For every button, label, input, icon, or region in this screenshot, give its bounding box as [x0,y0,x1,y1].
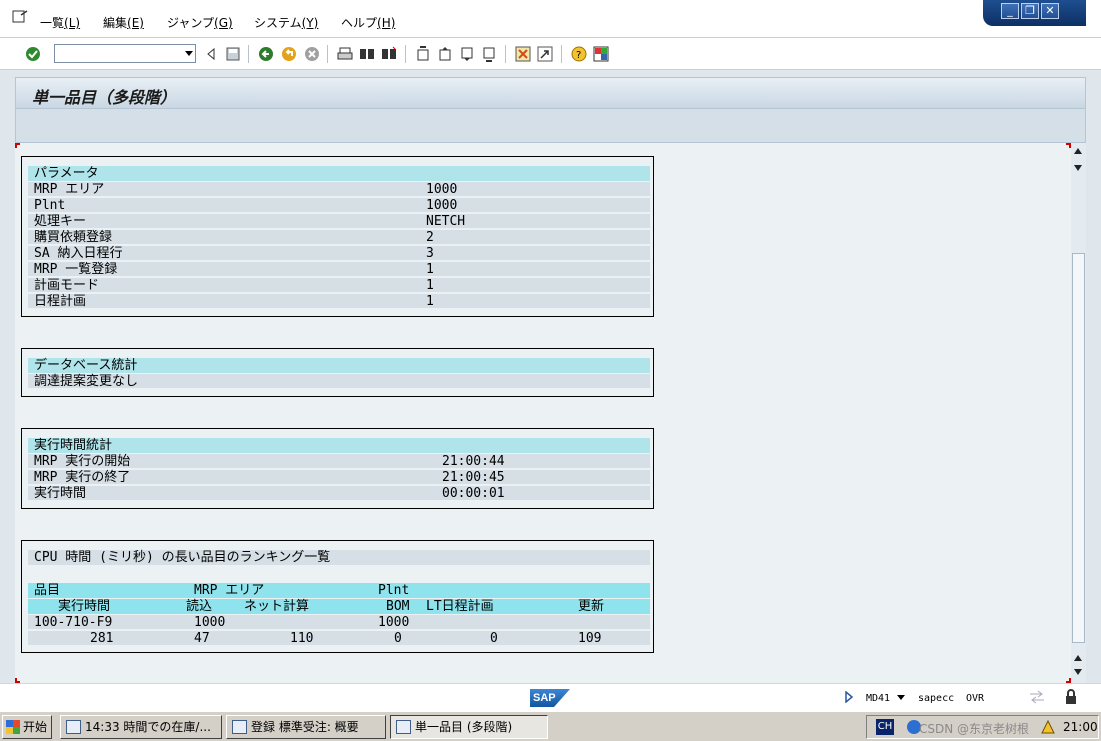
system-name: sapecc [918,693,955,704]
shortcut-icon[interactable] [537,46,553,62]
runtime-stats-header: 実行時間統計 [28,438,650,453]
column-header-row: 実行時間 読込 ネット計算 BOM LT日程計画 更新 [28,599,650,614]
watermark: CSDN @东京老树根 [919,722,1030,736]
menu-bar: 一覧(L) 編集(E) ジャンプ(G) システム(Y) ヘルプ(H) _ ❐ ✕ [0,0,1101,38]
list-item[interactable]: MRP エリア 1000 [28,182,650,197]
transaction-code: MD41 [866,693,891,704]
scroll-thumb[interactable] [1072,253,1085,643]
taskbar-item[interactable]: 14:33 時間での在庫/... [60,715,222,739]
scroll-up-icon[interactable] [1074,655,1082,661]
toolbar-separator [248,45,249,63]
help-icon[interactable]: ? [571,46,587,62]
scroll-down-icon[interactable] [1074,669,1082,675]
database-stats-header: データベース統計 [28,358,650,373]
menu-list[interactable]: 一覧(L) [40,14,80,31]
windows-flag-icon [6,720,20,734]
system-tray: CH CSDN @东京老树根 21:00 [866,715,1099,739]
list-item[interactable]: SA 納入日程行 3 [28,246,650,261]
last-page-icon[interactable] [481,46,497,62]
status-bar: SAP MD41 sapecc OVR [0,683,1101,711]
menu-list-icon[interactable] [12,10,28,24]
table-row[interactable]: 100-710-F9 1000 1000 [28,615,650,630]
toolbar-separator [561,45,562,63]
sap-window-icon [396,720,411,734]
layout-icon[interactable] [593,46,609,62]
back-icon[interactable] [203,46,219,62]
find-next-icon[interactable] [381,46,397,62]
title-bar: 単一品目（多段階） [15,77,1086,109]
list-item[interactable]: 調達提案変更なし [28,374,650,389]
list-item[interactable]: MRP 一覧登録 1 [28,262,650,277]
find-icon[interactable] [359,46,375,62]
sap-logo: SAP [530,689,570,707]
list-item[interactable]: MRP 実行の開始 21:00:44 [28,454,650,469]
table-row[interactable]: 281 47 110 0 0 109 [28,631,650,646]
close-button[interactable]: ✕ [1041,3,1059,19]
application-toolbar [15,109,1086,143]
menu-jump[interactable]: ジャンプ(G) [167,14,233,31]
vertical-scrollbar[interactable] [1071,143,1086,683]
toolbar-separator [505,45,506,63]
chevron-down-icon[interactable] [185,51,193,56]
taskbar-item[interactable]: 登録 標準受注: 概要 [226,715,386,739]
save-icon[interactable] [225,46,241,62]
column-header-row: 品目 MRP エリア Plnt [28,583,650,598]
back-arrow-icon[interactable] [258,46,274,62]
check-icon[interactable] [25,46,41,62]
clock: 21:00 [1063,720,1098,734]
first-page-icon[interactable] [415,46,431,62]
language-indicator[interactable]: CH [876,719,894,735]
menu-help[interactable]: ヘルプ(H) [341,14,395,31]
standard-toolbar: ? [0,38,1101,70]
lock-icon[interactable] [1063,688,1079,706]
chevron-down-icon[interactable] [897,695,905,700]
sap-window-icon [232,720,247,734]
warning-icon[interactable] [1041,720,1055,734]
list-item[interactable]: MRP 実行の終了 21:00:45 [28,470,650,485]
window-controls: _ ❐ ✕ [983,0,1086,26]
parameters-header: パラメータ [28,166,650,181]
restore-button[interactable]: ❐ [1021,3,1039,19]
next-page-icon[interactable] [459,46,475,62]
cpu-ranking-box: CPU 時間 (ミリ秒) の長い品目のランキング一覧 品目 MRP エリア Pl… [21,540,654,653]
list-item[interactable]: 実行時間 00:00:01 [28,486,650,501]
database-stats-box: データベース統計 調達提案変更なし [21,348,654,397]
connection-icon [1030,690,1044,704]
print-icon[interactable] [337,46,353,62]
ranking-header: CPU 時間 (ミリ秒) の長い品目のランキング一覧 [28,550,650,565]
toolbar-separator [405,45,406,63]
menu-edit[interactable]: 編集(E) [103,14,144,31]
start-button[interactable]: 开始 [2,715,52,739]
runtime-stats-box: 実行時間統計 MRP 実行の開始 21:00:44 MRP 実行の終了 21:00:… [21,428,654,509]
corner-marker [15,143,20,148]
windows-taskbar: 开始 14:33 時間での在庫/... 登録 標準受注: 概要 単一品目 (多段… [0,711,1101,741]
taskbar-item-active[interactable]: 単一品目 (多段階) [390,715,548,739]
status-triangle-icon[interactable] [844,691,854,703]
exit-icon[interactable] [281,46,297,62]
list-item[interactable]: 計画モード 1 [28,278,650,293]
list-item[interactable]: 日程計画 1 [28,294,650,309]
command-field[interactable] [54,44,196,63]
cancel-icon[interactable] [304,46,320,62]
sap-window-icon [66,720,81,734]
create-session-icon[interactable] [515,46,531,62]
scroll-up-icon[interactable] [1074,148,1082,154]
previous-page-icon[interactable] [437,46,453,62]
page-title: 単一品目（多段階） [32,88,177,107]
parameters-box: パラメータ MRP エリア 1000 Plnt 1000 処理キー NETCH 購買依… [21,156,654,317]
minimize-button[interactable]: _ [1001,3,1019,19]
menu-system[interactable]: システム(Y) [254,14,318,31]
insert-mode: OVR [966,693,985,704]
list-item[interactable]: 処理キー NETCH [28,214,650,229]
toolbar-separator [327,45,328,63]
svg-text:?: ? [576,50,581,61]
list-item[interactable]: Plnt 1000 [28,198,650,213]
list-item[interactable]: 購買依頼登録 2 [28,230,650,245]
scroll-down-icon[interactable] [1074,165,1082,171]
